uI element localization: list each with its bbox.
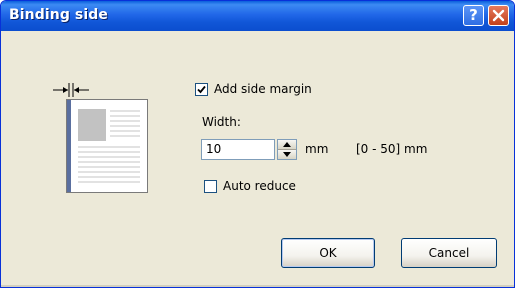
auto-reduce-checkbox[interactable]: [204, 179, 217, 193]
title-bar[interactable]: Binding side ?: [1, 1, 514, 31]
help-button[interactable]: ?: [463, 5, 484, 26]
spin-up-button[interactable]: [278, 140, 296, 150]
close-button[interactable]: [488, 5, 509, 26]
binding-margin-arrows-icon: [53, 83, 89, 97]
checkmark-icon: [197, 85, 206, 93]
cancel-button[interactable]: Cancel: [401, 238, 497, 268]
spin-down-button[interactable]: [278, 150, 296, 159]
binding-side-dialog: Binding side ? Add side margin Width: 10…: [0, 0, 515, 288]
dialog-title: Binding side: [9, 7, 108, 23]
close-icon: [492, 9, 505, 22]
width-input[interactable]: 10: [201, 139, 275, 160]
width-range: [0 - 50] mm: [356, 142, 428, 156]
add-side-margin-row[interactable]: Add side margin: [195, 82, 312, 96]
add-side-margin-label: Add side margin: [214, 82, 312, 96]
width-spinner[interactable]: [277, 139, 297, 160]
auto-reduce-label: Auto reduce: [223, 179, 296, 193]
arrow-down-icon: [283, 152, 291, 157]
ok-button[interactable]: OK: [281, 238, 375, 268]
bottom-border: [1, 285, 514, 287]
width-unit: mm: [305, 142, 329, 156]
auto-reduce-row[interactable]: Auto reduce: [204, 179, 296, 193]
width-label: Width:: [202, 115, 241, 129]
arrow-up-icon: [283, 142, 291, 147]
page-preview-icon: [66, 99, 148, 193]
add-side-margin-checkbox[interactable]: [195, 82, 208, 96]
help-icon: ?: [469, 6, 478, 24]
